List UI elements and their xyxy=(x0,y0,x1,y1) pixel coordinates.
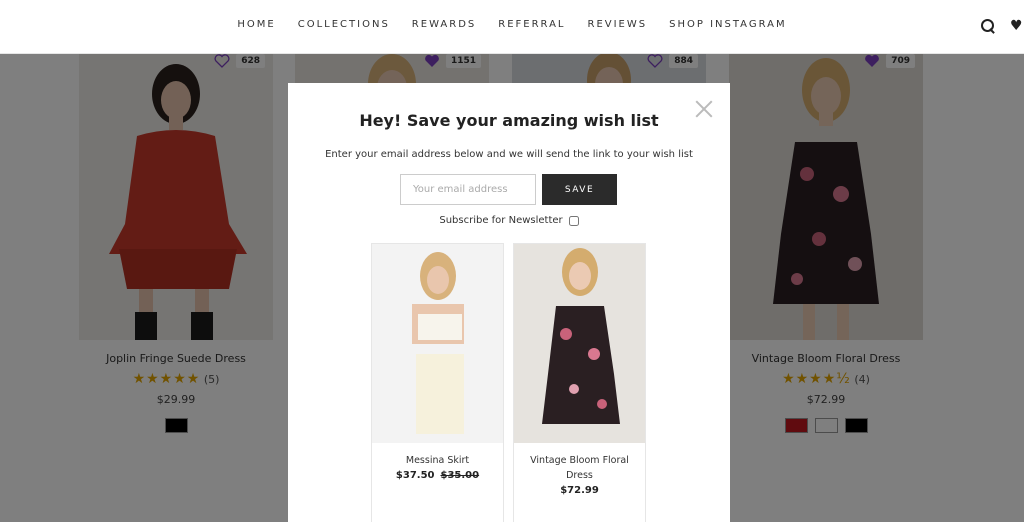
header-icons: ♥ xyxy=(980,18,1024,34)
search-icon[interactable] xyxy=(980,18,996,34)
nav-shop-instagram[interactable]: SHOP INSTAGRAM xyxy=(658,19,797,30)
newsletter-option[interactable]: Subscribe for Newsletter xyxy=(288,215,730,226)
wishlist-item-image[interactable] xyxy=(372,244,503,443)
current-price: $72.99 xyxy=(560,485,599,496)
nav-home[interactable]: HOME xyxy=(226,19,286,30)
wishlist-save-modal: Hey! Save your amazing wish list Enter y… xyxy=(288,83,730,522)
model-white-skirt-image xyxy=(372,244,503,443)
wishlist-item-vintage-bloom[interactable]: Vintage Bloom Floral Dress $72.99 xyxy=(513,243,646,522)
current-price: $37.50 xyxy=(395,470,435,481)
email-input[interactable] xyxy=(400,174,536,205)
newsletter-checkbox[interactable] xyxy=(568,215,579,226)
wishlist-item-price: $72.99 xyxy=(514,485,645,496)
model-floral-dress-image xyxy=(514,244,645,443)
save-button[interactable]: SAVE xyxy=(542,174,617,205)
wishlist-item-price: $37.50 $35.00 xyxy=(372,470,503,481)
nav-rewards[interactable]: REWARDS xyxy=(401,19,487,30)
newsletter-label: Subscribe for Newsletter xyxy=(439,215,563,226)
email-form: SAVE xyxy=(400,174,617,205)
modal-title: Hey! Save your amazing wish list xyxy=(359,111,659,130)
wishlist-items: Messina Skirt $37.50 $35.00 Vintage Bloom… xyxy=(371,243,646,522)
wishlist-item-image[interactable] xyxy=(514,244,645,443)
heart-icon[interactable]: ♥ xyxy=(1010,18,1024,34)
nav-collections[interactable]: COLLECTIONS xyxy=(287,19,401,30)
old-price: $35.00 xyxy=(440,470,480,481)
nav-reviews[interactable]: REVIEWS xyxy=(577,19,659,30)
main-nav: HOME COLLECTIONS REWARDS REFERRAL REVIEW… xyxy=(0,19,1024,30)
wishlist-item-name[interactable]: Vintage Bloom Floral Dress xyxy=(514,453,645,483)
nav-referral[interactable]: REFERRAL xyxy=(487,19,576,30)
modal-subtitle: Enter your email address below and we wi… xyxy=(325,149,693,160)
site-header: HOME COLLECTIONS REWARDS REFERRAL REVIEW… xyxy=(0,0,1024,54)
wishlist-item-messina[interactable]: Messina Skirt $37.50 $35.00 xyxy=(371,243,504,522)
wishlist-item-name[interactable]: Messina Skirt xyxy=(372,453,503,468)
